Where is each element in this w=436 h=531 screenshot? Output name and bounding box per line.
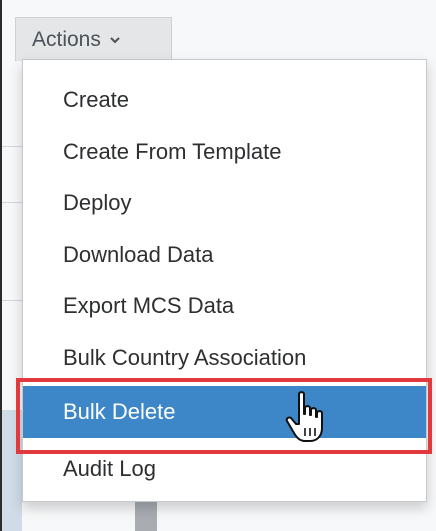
menu-item-label: Audit Log bbox=[63, 456, 156, 481]
menu-item-download-data[interactable]: Download Data bbox=[23, 229, 426, 281]
menu-item-label: Bulk Delete bbox=[63, 399, 176, 424]
menu-item-label: Deploy bbox=[63, 190, 132, 215]
menu-item-export-mcs-data[interactable]: Export MCS Data bbox=[23, 280, 426, 332]
hand-pointer-icon bbox=[283, 390, 333, 446]
chevron-down-icon bbox=[109, 33, 121, 48]
menu-item-audit-log[interactable]: Audit Log bbox=[23, 443, 426, 495]
actions-button-label: Actions bbox=[32, 27, 101, 51]
menu-item-bulk-country-association[interactable]: Bulk Country Association bbox=[23, 332, 426, 384]
actions-dropdown-button[interactable]: Actions bbox=[15, 17, 172, 61]
menu-item-label: Create bbox=[63, 87, 130, 112]
background-table-edge bbox=[2, 410, 22, 531]
background-divider bbox=[2, 300, 24, 301]
background-scrollbar bbox=[135, 500, 157, 531]
actions-dropdown-menu: Create Create From Template Deploy Downl… bbox=[22, 59, 427, 502]
background-divider bbox=[2, 146, 24, 147]
menu-item-label: Create From Template bbox=[63, 139, 282, 164]
menu-item-bulk-delete[interactable]: Bulk Delete bbox=[23, 386, 426, 438]
background-divider bbox=[2, 202, 24, 203]
menu-item-label: Download Data bbox=[63, 242, 214, 267]
menu-item-create[interactable]: Create bbox=[23, 74, 426, 126]
menu-item-label: Export MCS Data bbox=[63, 293, 235, 318]
menu-item-label: Bulk Country Association bbox=[63, 345, 307, 370]
menu-item-deploy[interactable]: Deploy bbox=[23, 177, 426, 229]
menu-item-create-from-template[interactable]: Create From Template bbox=[23, 126, 426, 178]
